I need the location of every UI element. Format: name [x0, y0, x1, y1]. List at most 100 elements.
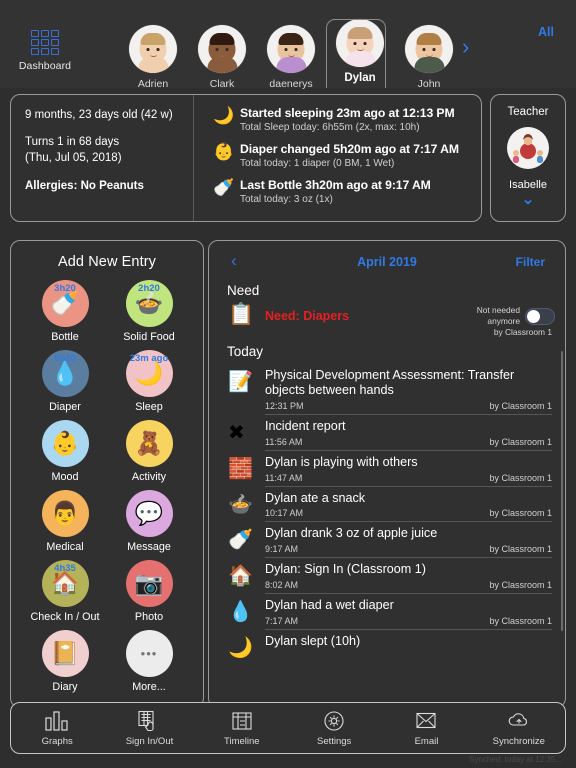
action-badge: 3h20: [54, 283, 76, 294]
sign-in-out-icon: [136, 710, 162, 732]
action-diaper[interactable]: 5h20 💧 Diaper: [23, 350, 107, 413]
action-diary[interactable]: 📔 Diary: [23, 630, 107, 693]
bottle-icon: 🍼: [50, 290, 80, 316]
action-solid-food[interactable]: 2h20 🍲 Solid Food: [107, 280, 191, 343]
toolbar-label: Graphs: [41, 735, 73, 747]
timeline-scrollbar[interactable]: [560, 351, 563, 631]
toolbar-timeline[interactable]: Timeline: [196, 710, 288, 747]
recent-event-row: 👶 Diaper changed 5h20m ago at 7:17 AM Tota…: [208, 142, 471, 169]
need-toggle-group[interactable]: Not needed anymore: [477, 303, 555, 328]
need-title: Need: Diapers: [265, 309, 350, 323]
blocks-icon: 🧱: [228, 457, 253, 480]
entry-time: 8:02 AM: [265, 579, 299, 590]
need-toggle-label: Not needed anymore: [477, 305, 520, 328]
action-more[interactable]: ••• More...: [107, 630, 191, 693]
bottle-icon: 🍼: [213, 178, 235, 197]
teacher-name: Isabelle: [509, 179, 547, 191]
top-bar: Dashboard Adrien Clark daenerys Dylan John ›…: [0, 0, 576, 90]
entry-author: by Classroom 1: [489, 436, 552, 447]
entry-title: Dylan had a wet diaper: [265, 597, 394, 612]
child-birthday: Turns 1 in 68 days (Thu, Jul 05, 2018): [25, 135, 193, 166]
action-badge: 4h35: [54, 563, 76, 574]
child-age: 9 months, 23 days old (42 w): [25, 109, 173, 121]
action-bottle[interactable]: 3h20 🍼 Bottle: [23, 280, 107, 343]
bandage-icon: ✖: [228, 422, 245, 445]
toolbar-synchronize[interactable]: Synchronize: [473, 710, 565, 747]
timeline-row[interactable]: 🏠 Dylan: Sign In (Classroom 1) 8:02 AM by C…: [209, 558, 565, 594]
action-medical[interactable]: 👨 Medical: [23, 490, 107, 553]
child-avatar-clark[interactable]: Clark: [191, 25, 253, 90]
child-name: Adrien: [137, 78, 169, 90]
action-label: Photo: [134, 611, 164, 623]
action-mood[interactable]: 👶 Mood: [23, 420, 107, 483]
timeline-row[interactable]: 🧱 Dylan is playing with others 11:47 AM by …: [209, 451, 565, 487]
add-new-entry-card: Add New Entry 3h20 🍼 Bottle 2h20 🍲 Solid Food…: [10, 240, 204, 708]
action-photo[interactable]: 📷 Photo: [107, 560, 191, 623]
diaper-icon: 👶: [213, 142, 235, 161]
avatar: [198, 25, 246, 73]
bar-chart-icon: [44, 710, 70, 732]
entry-author: by Classroom 1: [489, 472, 552, 483]
entry-time: 11:47 AM: [265, 472, 303, 483]
action-message[interactable]: 💬 Message: [107, 490, 191, 553]
action-label: Diaper: [49, 401, 81, 413]
need-toggle-switch[interactable]: [525, 307, 555, 325]
action-check-in-out[interactable]: 4h35 🏠 Check In / Out: [23, 560, 107, 623]
child-avatar-daenerys[interactable]: daenerys: [260, 25, 322, 90]
avatar: [405, 25, 453, 73]
teacher-label: Teacher: [507, 106, 549, 118]
action-badge: 2h20: [138, 283, 160, 294]
timeline-row[interactable]: 📝 Physical Development Assessment: Transf…: [209, 364, 565, 416]
home-icon: 🏠: [228, 565, 253, 588]
need-row[interactable]: 📋 Need: Diapers Not needed anymore: [209, 303, 565, 328]
child-info-card: 9 months, 23 days old (42 w) Turns 1 in …: [10, 94, 482, 222]
entry-time: 7:17 AM: [265, 615, 299, 626]
toolbar-label: Timeline: [224, 735, 260, 747]
child-avatar-john[interactable]: John: [398, 25, 460, 90]
timeline-row[interactable]: 🍲 Dylan ate a snack 10:17 AM by Classroom 1: [209, 487, 565, 523]
action-grid: 3h20 🍼 Bottle 2h20 🍲 Solid Food 5h20 💧 Diaper 23m…: [11, 280, 203, 693]
child-name: Clark: [209, 78, 235, 90]
sleep-icon: 🌙: [213, 106, 235, 125]
all-children-button[interactable]: All: [538, 25, 554, 39]
chevron-down-icon[interactable]: ⌄: [522, 192, 535, 207]
action-label: Activity: [131, 471, 167, 483]
filter-button[interactable]: Filter: [516, 255, 545, 269]
diaper-icon: 💧: [50, 360, 80, 386]
action-label: Sleep: [135, 401, 163, 413]
timeline-row[interactable]: 💧 Dylan had a wet diaper 7:17 AM by Classro…: [209, 594, 565, 630]
child-avatar-dylan[interactable]: Dylan: [329, 19, 391, 84]
action-sleep[interactable]: 23m ago 🌙 Sleep: [107, 350, 191, 413]
bottle-icon: 🍼: [228, 529, 253, 552]
toolbar-graphs[interactable]: Graphs: [11, 710, 103, 747]
diary-icon: 📔: [50, 640, 80, 666]
next-children-icon[interactable]: ›: [462, 36, 469, 58]
child-summary: 9 months, 23 days old (42 w) Turns 1 in …: [11, 95, 194, 221]
toolbar-email[interactable]: Email: [380, 710, 472, 747]
diaper-icon: 💧: [228, 600, 253, 623]
child-name: Dylan: [344, 72, 376, 84]
timeline-row[interactable]: 🍼 Dylan drank 3 oz of apple juice 9:17 AM b…: [209, 522, 565, 559]
entry-author: by Classroom 1: [489, 508, 552, 519]
dashboard-button[interactable]: Dashboard: [14, 30, 76, 72]
teacher-card[interactable]: Teacher Isabelle ⌄: [490, 94, 566, 222]
entry-time: 10:17 AM: [265, 508, 304, 519]
event-subtitle: Total today: 3 oz (1x): [240, 194, 333, 205]
child-avatar-adrien[interactable]: Adrien: [122, 25, 184, 90]
camera-icon: 📷: [134, 570, 164, 596]
action-activity[interactable]: 🧸 Activity: [107, 420, 191, 483]
entry-author: by Classroom 1: [489, 544, 552, 555]
recent-events-list: 🌙 Started sleeping 23m ago at 12:13 PM Tot…: [194, 95, 481, 221]
event-title: Diaper changed 5h20m ago at 7:17 AM: [240, 142, 459, 156]
cloud-sync-icon: [506, 710, 532, 732]
timeline-row[interactable]: ✖ Incident report 11:56 AM by Classroom 1: [209, 415, 565, 451]
entry-title: Physical Development Assessment: Transfe…: [265, 367, 515, 398]
home-icon: 🏠: [50, 570, 80, 596]
timeline-row[interactable]: 🌙 Dylan slept (10h): [209, 630, 565, 659]
child-name: daenerys: [269, 78, 313, 90]
toolbar-settings[interactable]: Settings: [288, 710, 380, 747]
birthday-date: (Thu, Jul 05, 2018): [25, 151, 122, 164]
toolbar-sign-in-out[interactable]: Sign In/Out: [103, 710, 195, 747]
sleep-icon: 🌙: [228, 636, 253, 659]
toolbar-label: Settings: [316, 735, 352, 747]
